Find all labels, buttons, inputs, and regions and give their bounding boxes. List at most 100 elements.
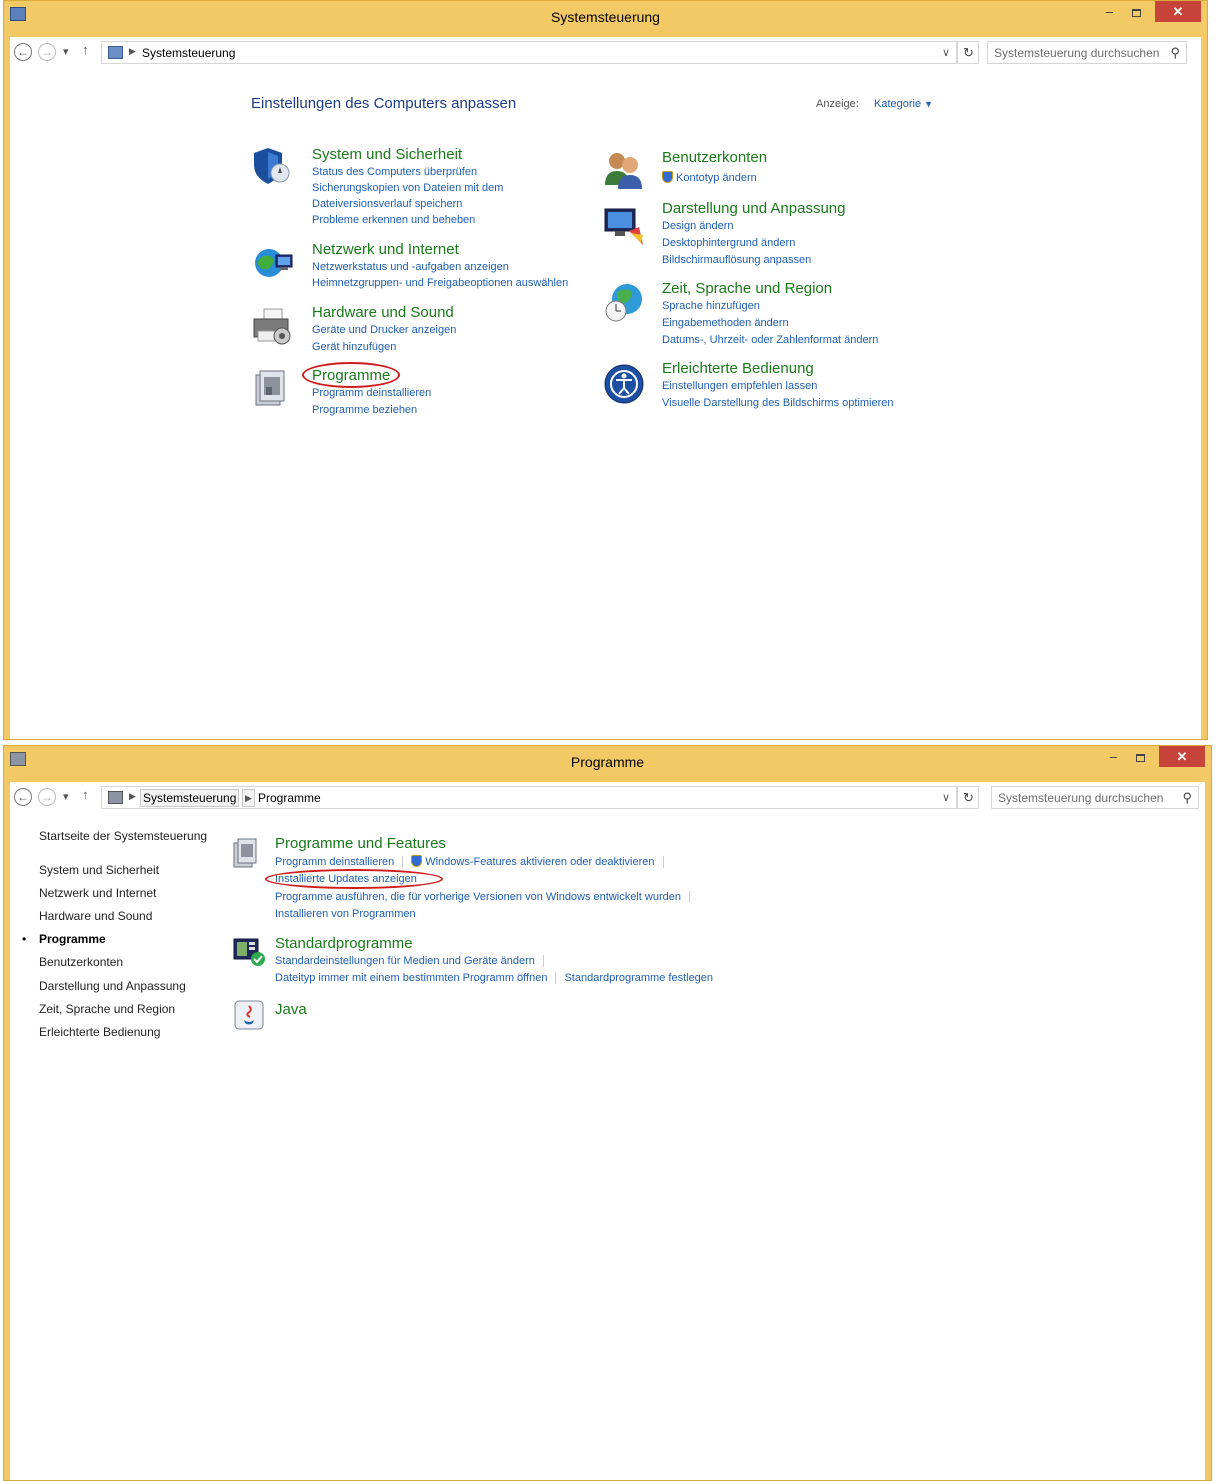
- link-desktop-background[interactable]: Desktophintergrund ändern: [662, 237, 795, 249]
- refresh-button[interactable]: ↻: [957, 786, 979, 809]
- link-optimize-display[interactable]: Visuelle Darstellung des Bildschirms opt…: [662, 397, 894, 409]
- link-uninstall-program[interactable]: Programm deinstallieren: [312, 387, 431, 399]
- control-panel-window: Systemsteuerung – ✕ ← → ▾ ↑ ▶ Systemsteu…: [3, 0, 1208, 740]
- search-icon[interactable]: ⚲: [1170, 45, 1180, 61]
- section-programs-features[interactable]: Programme und Features: [275, 835, 446, 852]
- chevron-down-icon[interactable]: ∨: [942, 46, 950, 59]
- category-hardware-sound[interactable]: Hardware und Sound: [312, 304, 454, 321]
- forward-button[interactable]: →: [38, 788, 56, 806]
- uac-shield-icon: [662, 171, 673, 183]
- link-file-history[interactable]: Dateiversionsverlauf speichern: [312, 198, 462, 210]
- link-uninstall-program[interactable]: Programm deinstallieren: [275, 856, 394, 868]
- link-devices-printers[interactable]: Geräte und Drucker anzeigen: [312, 324, 456, 336]
- sidebar-item-time-region[interactable]: Zeit, Sprache und Region: [39, 1002, 175, 1016]
- category-network-internet[interactable]: Netzwerk und Internet: [312, 241, 459, 258]
- link-change-account-type[interactable]: Kontotyp ändern: [662, 171, 757, 184]
- title-bar[interactable]: Systemsteuerung – ✕: [4, 1, 1207, 37]
- breadcrumb-systemsteuerung[interactable]: Systemsteuerung: [140, 789, 240, 807]
- sidebar-item-home[interactable]: Startseite der Systemsteuerung: [39, 829, 207, 843]
- globe-network-icon[interactable]: [252, 243, 294, 285]
- category-system-security[interactable]: System und Sicherheit: [312, 146, 462, 163]
- clock-globe-icon[interactable]: [603, 281, 645, 323]
- link-check-status[interactable]: Status des Computers überprüfen: [312, 166, 477, 178]
- sidebar-item-appearance[interactable]: Darstellung und Anpassung: [39, 979, 186, 993]
- link-date-format[interactable]: Datums-, Uhrzeit- oder Zahlenformat ände…: [662, 334, 878, 346]
- sidebar-item-ease-of-access[interactable]: Erleichterte Bedienung: [39, 1025, 160, 1039]
- refresh-button[interactable]: ↻: [957, 41, 979, 64]
- link-add-device[interactable]: Gerät hinzufügen: [312, 341, 396, 353]
- chevron-right-icon[interactable]: ▶: [242, 789, 255, 807]
- link-install-programs[interactable]: Installieren von Programmen: [275, 908, 416, 920]
- section-java[interactable]: Java: [275, 1001, 307, 1018]
- link-windows-features[interactable]: Windows-Features aktivieren oder deaktiv…: [411, 855, 655, 868]
- category-ease-of-access[interactable]: Erleichterte Bedienung: [662, 360, 814, 377]
- section-default-programs[interactable]: Standardprogramme: [275, 935, 413, 952]
- breadcrumb-systemsteuerung[interactable]: Systemsteuerung: [142, 46, 235, 60]
- link-file-associations[interactable]: Dateityp immer mit einem bestimmten Prog…: [275, 972, 547, 984]
- search-input[interactable]: Systemsteuerung durchsuchen ⚲: [991, 786, 1199, 809]
- search-placeholder: Systemsteuerung durchsuchen: [994, 46, 1160, 60]
- control-panel-icon: [108, 46, 123, 59]
- search-input[interactable]: Systemsteuerung durchsuchen ⚲: [987, 41, 1187, 64]
- default-programs-row1: Standardeinstellungen für Medien und Ger…: [275, 955, 552, 968]
- link-run-older-programs[interactable]: Programme ausführen, die für vorherige V…: [275, 891, 681, 903]
- sidebar-item-user-accounts[interactable]: Benutzerkonten: [39, 955, 123, 969]
- sidebar-item-system-security[interactable]: System und Sicherheit: [39, 863, 159, 877]
- java-icon[interactable]: [234, 1000, 264, 1030]
- display-icon[interactable]: [603, 205, 645, 247]
- link-change-theme[interactable]: Design ändern: [662, 220, 734, 232]
- chevron-right-icon[interactable]: ▶: [129, 46, 136, 57]
- shield-icon[interactable]: [252, 145, 294, 187]
- up-button[interactable]: ↑: [82, 42, 89, 57]
- refresh-icon: ↻: [963, 790, 974, 805]
- accessibility-icon[interactable]: [603, 363, 645, 405]
- search-icon[interactable]: ⚲: [1182, 790, 1192, 806]
- divider: [542, 955, 544, 968]
- category-appearance[interactable]: Darstellung und Anpassung: [662, 200, 845, 217]
- default-programs-icon[interactable]: [232, 937, 266, 967]
- sidebar-item-network[interactable]: Netzwerk und Internet: [39, 886, 156, 900]
- link-backup[interactable]: Sicherungskopien von Dateien mit dem: [312, 182, 503, 194]
- category-user-accounts[interactable]: Benutzerkonten: [662, 149, 767, 166]
- window-content: ← → ▾ ↑ ▶ Systemsteuerung ∨ ↻ Systemsteu…: [10, 37, 1201, 739]
- back-button[interactable]: ←: [14, 43, 32, 61]
- programs-features-icon[interactable]: [232, 837, 262, 869]
- maximize-button[interactable]: [1127, 746, 1154, 767]
- title-bar[interactable]: Programme – ✕: [4, 746, 1211, 782]
- view-mode-dropdown[interactable]: Kategorie ▼: [874, 98, 933, 110]
- programs-features-links-row: Programm deinstallieren Windows-Features …: [275, 855, 672, 869]
- address-field[interactable]: ▶ Systemsteuerung ∨: [101, 41, 957, 64]
- sidebar-item-programs[interactable]: Programme: [39, 932, 106, 946]
- link-screen-resolution[interactable]: Bildschirmauflösung anpassen: [662, 254, 811, 266]
- link-network-status[interactable]: Netzwerkstatus und -aufgaben anzeigen: [312, 261, 509, 273]
- recent-pages-icon[interactable]: ▾: [63, 45, 69, 58]
- maximize-button[interactable]: [1123, 1, 1150, 22]
- link-get-programs[interactable]: Programme beziehen: [312, 404, 417, 416]
- programs-icon[interactable]: [252, 367, 294, 409]
- link-recommend-settings[interactable]: Einstellungen empfehlen lassen: [662, 380, 817, 392]
- up-button[interactable]: ↑: [82, 787, 89, 802]
- link-troubleshoot[interactable]: Probleme erkennen und beheben: [312, 214, 475, 226]
- link-set-default-programs[interactable]: Standardprogramme festlegen: [564, 972, 713, 984]
- minimize-button[interactable]: –: [1100, 746, 1127, 767]
- back-button[interactable]: ←: [14, 788, 32, 806]
- close-button[interactable]: ✕: [1159, 746, 1205, 767]
- link-homegroup[interactable]: Heimnetzgruppen- und Freigabeoptionen au…: [312, 277, 568, 289]
- link-input-methods[interactable]: Eingabemethoden ändern: [662, 317, 789, 329]
- printer-icon[interactable]: [252, 305, 294, 347]
- breadcrumb-programme[interactable]: Programme: [258, 791, 321, 805]
- category-time-language-region[interactable]: Zeit, Sprache und Region: [662, 280, 832, 297]
- close-button[interactable]: ✕: [1155, 1, 1201, 22]
- link-autoplay-settings[interactable]: Standardeinstellungen für Medien und Ger…: [275, 955, 535, 967]
- recent-pages-icon[interactable]: ▾: [63, 790, 69, 803]
- annotation-ellipse: [265, 869, 443, 889]
- address-bar: ← → ▾ ↑ ▶ Systemsteuerung ∨ ↻ Systemsteu…: [10, 39, 1201, 67]
- chevron-right-icon[interactable]: ▶: [129, 791, 136, 802]
- sidebar-item-hardware[interactable]: Hardware und Sound: [39, 909, 152, 923]
- address-field[interactable]: ▶ Systemsteuerung ▶ Programme ∨: [101, 786, 957, 809]
- link-add-language[interactable]: Sprache hinzufügen: [662, 300, 760, 312]
- chevron-down-icon[interactable]: ∨: [942, 791, 950, 804]
- forward-button[interactable]: →: [38, 43, 56, 61]
- users-icon[interactable]: [603, 149, 645, 191]
- minimize-button[interactable]: –: [1096, 1, 1123, 22]
